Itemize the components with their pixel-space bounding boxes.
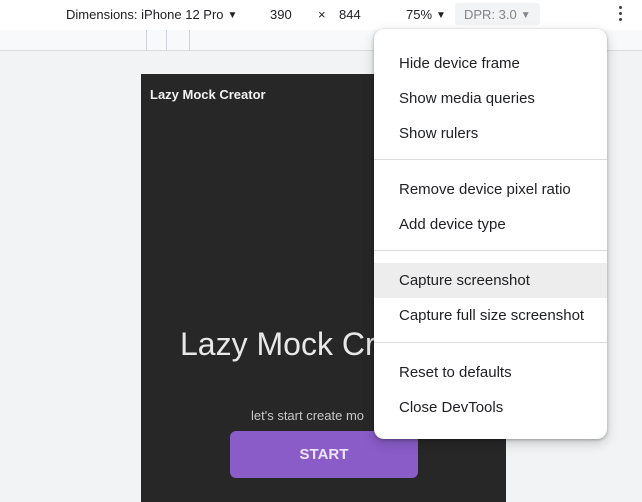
menu-separator xyxy=(374,159,607,160)
caret-down-icon: ▼ xyxy=(436,10,446,21)
menu-item-capture-full-size-screenshot[interactable]: Capture full size screenshot xyxy=(374,298,607,333)
kebab-dot xyxy=(619,12,622,15)
menu-separator xyxy=(374,342,607,343)
hero-subtitle: let's start create mo xyxy=(251,408,365,423)
dimensions-label: Dimensions: iPhone 12 Pro xyxy=(66,7,224,22)
media-query-marker[interactable] xyxy=(189,30,190,51)
kebab-dot xyxy=(619,18,622,21)
menu-item-reset-to-defaults[interactable]: Reset to defaults xyxy=(374,355,607,390)
dpr-select[interactable]: DPR: 3.0 ▼ xyxy=(455,3,540,25)
media-query-marker[interactable] xyxy=(166,30,167,51)
height-input[interactable]: 844 xyxy=(339,7,361,22)
menu-item-hide-device-frame[interactable]: Hide device frame xyxy=(374,46,607,81)
kebab-menu-icon xyxy=(619,6,622,9)
zoom-label: 75% xyxy=(406,7,433,22)
dimensions-select[interactable]: Dimensions: iPhone 12 Pro ▼ xyxy=(66,7,237,22)
device-toolbar: Dimensions: iPhone 12 Pro ▼ 390 × 844 75%… xyxy=(0,0,642,30)
menu-item-remove-device-pixel-ratio[interactable]: Remove device pixel ratio xyxy=(374,172,607,207)
app-bar-title: Lazy Mock Creator xyxy=(150,87,266,102)
menu-separator xyxy=(374,250,607,251)
device-toolbar-menu: Hide device frame Show media queries Sho… xyxy=(374,29,607,439)
media-query-marker[interactable] xyxy=(146,30,147,51)
menu-item-show-rulers[interactable]: Show rulers xyxy=(374,116,607,151)
more-options-button[interactable] xyxy=(614,4,628,24)
caret-down-icon: ▼ xyxy=(227,10,238,21)
caret-down-icon: ▼ xyxy=(520,10,531,21)
times-symbol: × xyxy=(318,7,326,22)
width-input[interactable]: 390 xyxy=(270,7,292,22)
menu-item-close-devtools[interactable]: Close DevTools xyxy=(374,390,607,425)
dpr-label: DPR: 3.0 xyxy=(464,7,517,22)
zoom-select[interactable]: 75% ▼ xyxy=(406,7,446,22)
menu-item-add-device-type[interactable]: Add device type xyxy=(374,207,607,242)
menu-item-show-media-queries[interactable]: Show media queries xyxy=(374,81,607,116)
menu-item-capture-screenshot[interactable]: Capture screenshot xyxy=(374,263,607,298)
hero-title: Lazy Mock Cr xyxy=(180,326,376,362)
